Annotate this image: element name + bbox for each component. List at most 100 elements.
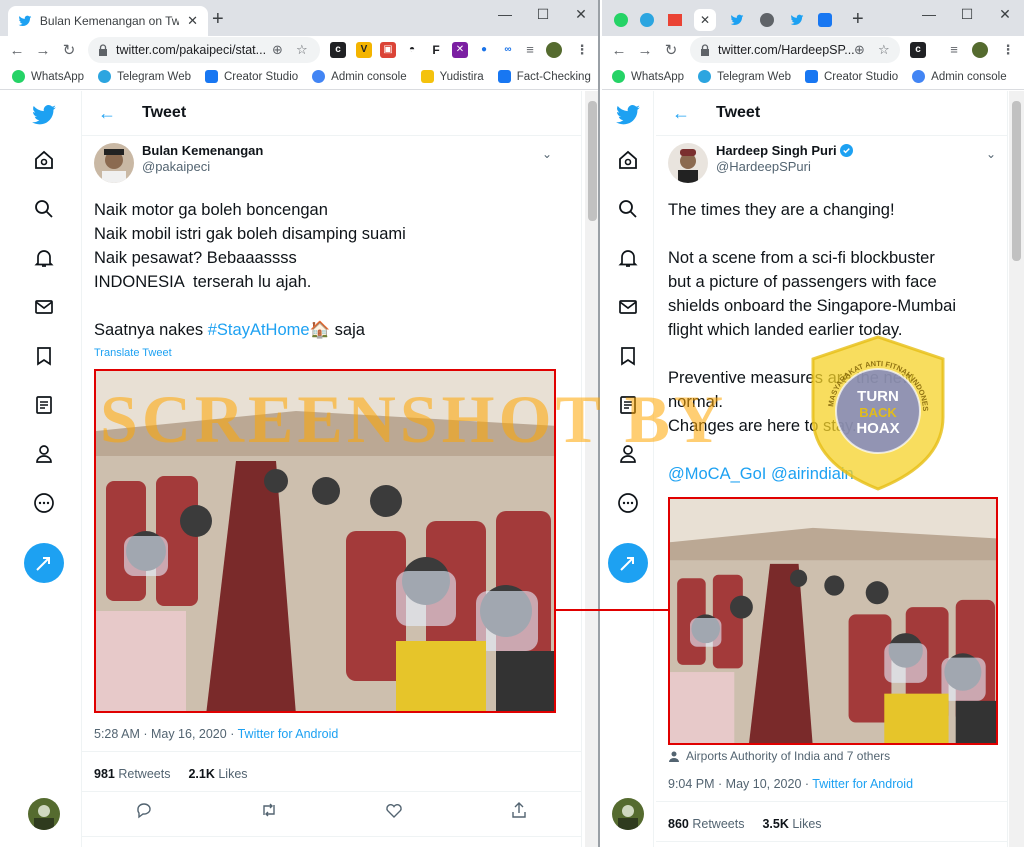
account-avatar[interactable] <box>28 798 60 830</box>
photo-tag-attribution[interactable]: Airports Authority of India and 7 others <box>668 749 890 763</box>
tab-facebook[interactable] <box>814 9 836 31</box>
messages-mail-icon[interactable] <box>616 295 640 319</box>
extension-icon[interactable]: ● <box>476 42 492 58</box>
minimize-icon[interactable]: — <box>486 4 524 24</box>
hashtag-link[interactable]: #StayAtHome <box>208 321 310 339</box>
back-icon[interactable]: ← <box>4 42 30 59</box>
lists-icon[interactable] <box>32 393 56 417</box>
profile-avatar-icon[interactable] <box>972 42 988 58</box>
extension-icon[interactable]: ✕ <box>452 42 468 58</box>
tab-close-icon[interactable]: ✕ <box>187 13 198 29</box>
tab-gmail[interactable] <box>664 9 686 31</box>
more-options-icon[interactable] <box>32 491 56 515</box>
tab-bulan-tweet[interactable]: Bulan Kemenangan on Twitter: "N ✕ <box>8 6 208 36</box>
reload-icon[interactable]: ↻ <box>658 41 684 59</box>
bookmark-admin-console[interactable]: Admin console <box>912 70 1007 83</box>
notifications-bell-icon[interactable] <box>616 246 640 270</box>
more-options-icon[interactable] <box>616 491 640 515</box>
add-icon[interactable]: ⊕ <box>272 42 283 58</box>
scrollbar[interactable] <box>585 91 598 847</box>
bookmark-telegram[interactable]: Telegram Web <box>98 70 191 83</box>
scrollbar-thumb[interactable] <box>588 101 597 221</box>
account-avatar[interactable] <box>612 798 644 830</box>
menu-kebab-icon[interactable]: ⋮ <box>1000 42 1016 58</box>
scrollbar-thumb[interactable] <box>1012 101 1021 261</box>
like-heart-icon[interactable] <box>385 801 403 819</box>
back-arrow-icon[interactable]: ← <box>672 103 702 124</box>
source-link[interactable]: Twitter for Android <box>812 777 913 791</box>
forward-icon[interactable]: → <box>632 42 658 59</box>
tweet-author[interactable]: Hardeep Singh Puri @HardeepSPuri <box>668 143 854 183</box>
reload-icon[interactable]: ↻ <box>56 41 82 59</box>
explore-search-icon[interactable] <box>32 197 56 221</box>
extension-icon[interactable]: ◓ <box>404 42 420 58</box>
minimize-icon[interactable]: — <box>910 4 948 24</box>
retweets-stat[interactable]: 981 Retweets <box>94 767 170 781</box>
bookmarks-icon[interactable] <box>616 344 640 368</box>
translate-tweet-link[interactable]: Translate Tweet <box>94 347 172 359</box>
bookmarks-icon[interactable] <box>32 344 56 368</box>
chevron-down-icon[interactable]: ⌄ <box>986 147 996 161</box>
back-arrow-icon[interactable]: ← <box>98 103 128 124</box>
author-handle[interactable]: @HardeepSPuri <box>716 159 811 174</box>
extension-icon[interactable]: c <box>910 42 926 58</box>
twitter-logo-icon[interactable] <box>614 101 642 129</box>
notifications-bell-icon[interactable] <box>32 246 56 270</box>
author-handle[interactable]: @pakaipeci <box>142 159 210 174</box>
maximize-icon[interactable]: ☐ <box>524 4 562 24</box>
tab-close-icon[interactable]: ✕ <box>700 13 710 27</box>
address-bar[interactable]: twitter.com/HardeepSP... ⊕ ☆ <box>690 37 900 63</box>
explore-search-icon[interactable] <box>616 197 640 221</box>
tab-active[interactable]: ✕ <box>694 9 716 31</box>
profile-avatar-icon[interactable] <box>546 42 562 58</box>
forward-icon[interactable]: → <box>30 42 56 59</box>
tweet-photo[interactable] <box>668 497 998 745</box>
tab-globe[interactable] <box>756 9 778 31</box>
bookmark-whatsapp[interactable]: WhatsApp <box>12 70 84 83</box>
extension-icon[interactable]: ∞ <box>500 42 516 58</box>
retweets-stat[interactable]: 860 Retweets <box>668 817 744 831</box>
author-avatar[interactable] <box>94 143 134 183</box>
chevron-down-icon[interactable]: ⌄ <box>542 147 552 161</box>
bookmark-fact-checking[interactable]: Fact-Checking <box>497 70 591 83</box>
bookmark-creator-studio[interactable]: Creator Studio <box>805 70 898 83</box>
twitter-logo-icon[interactable] <box>30 101 58 129</box>
author-avatar[interactable] <box>668 143 708 183</box>
tab-whatsapp[interactable] <box>610 9 632 31</box>
new-tab-button[interactable]: + <box>852 8 864 30</box>
bookmark-star-icon[interactable]: ☆ <box>296 42 308 58</box>
home-icon[interactable] <box>32 148 56 172</box>
reply-icon[interactable] <box>135 801 153 819</box>
compose-tweet-button[interactable] <box>24 543 64 583</box>
extension-icon[interactable]: V <box>356 42 372 58</box>
bookmark-admin-console[interactable]: Admin console <box>312 70 407 83</box>
compose-tweet-button[interactable] <box>608 543 648 583</box>
extension-icon[interactable]: F <box>428 42 444 58</box>
bookmark-creator-studio[interactable]: Creator Studio <box>205 70 298 83</box>
add-icon[interactable]: ⊕ <box>854 42 865 58</box>
messages-mail-icon[interactable] <box>32 295 56 319</box>
bookmark-telegram[interactable]: Telegram Web <box>698 70 791 83</box>
extension-icon[interactable]: c <box>330 42 346 58</box>
retweet-icon[interactable] <box>260 801 278 819</box>
address-bar[interactable]: twitter.com/pakaipeci/stat... ⊕ ☆ <box>88 37 320 63</box>
scrollbar[interactable] <box>1009 91 1024 847</box>
source-link[interactable]: Twitter for Android <box>238 727 339 741</box>
bookmark-whatsapp[interactable]: WhatsApp <box>612 70 684 83</box>
profile-icon[interactable] <box>32 442 56 466</box>
author-name[interactable]: Bulan Kemenangan <box>142 143 263 159</box>
close-window-icon[interactable]: ✕ <box>986 4 1024 24</box>
menu-kebab-icon[interactable]: ⋮ <box>574 42 590 58</box>
share-icon[interactable] <box>510 801 528 819</box>
tab-telegram[interactable] <box>636 9 658 31</box>
likes-stat[interactable]: 3.5K Likes <box>762 817 821 831</box>
bookmark-star-icon[interactable]: ☆ <box>878 42 890 58</box>
tab-twitter[interactable] <box>726 9 748 31</box>
maximize-icon[interactable]: ☐ <box>948 4 986 24</box>
back-icon[interactable]: ← <box>606 42 632 59</box>
author-name[interactable]: Hardeep Singh Puri <box>716 143 854 159</box>
close-window-icon[interactable]: ✕ <box>562 4 598 24</box>
reading-list-icon[interactable]: ≡ <box>946 42 962 58</box>
home-icon[interactable] <box>616 148 640 172</box>
tweet-author[interactable]: Bulan Kemenangan @pakaipeci <box>94 143 263 183</box>
